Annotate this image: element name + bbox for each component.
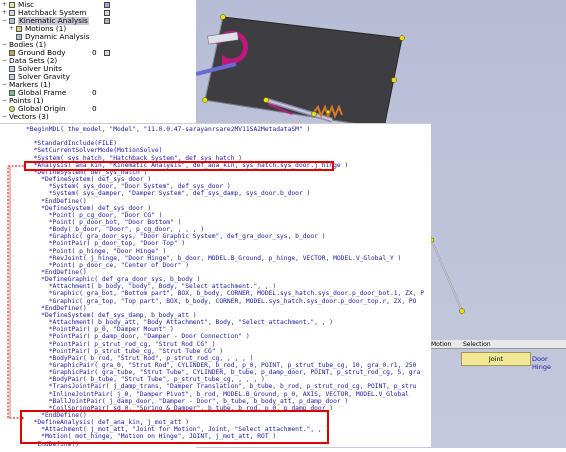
connector-arrows [7,165,24,421]
